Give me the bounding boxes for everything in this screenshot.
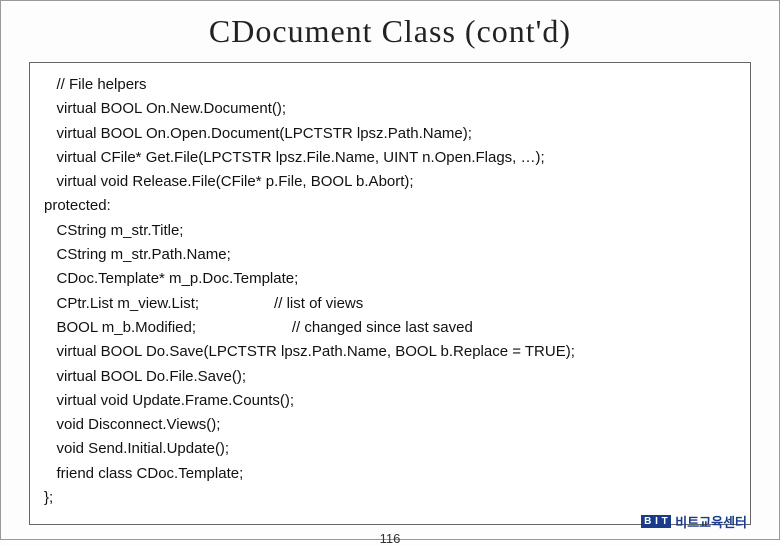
header: CDocument Class (cont'd) [1,1,779,58]
code-line: void Disconnect.Views(); [44,413,736,437]
code-line: void Send.Initial.Update(); [44,437,736,461]
code-line: CString m_str.Path.Name; [44,243,736,267]
page-title: CDocument Class (cont'd) [1,13,779,50]
code-line: CString m_str.Title; [44,219,736,243]
content-box: // File helpers virtual BOOL On.New.Docu… [29,62,751,525]
brand: B I T 비트교육센터 [641,512,747,531]
code-line: virtual void Release.File(CFile* p.File,… [44,170,736,194]
code-line: BOOL m_b.Modified; // changed since last… [44,316,736,340]
brand-badge: B I T [641,515,671,528]
code-line: virtual BOOL Do.File.Save(); [44,365,736,389]
code-line: virtual BOOL On.Open.Document(LPCTSTR lp… [44,122,736,146]
brand-text: 비트교육센터 [675,512,747,531]
code-line: CPtr.List m_view.List; // list of views [44,292,736,316]
code-line: CDoc.Template* m_p.Doc.Template; [44,267,736,291]
code-line: protected: [44,194,736,218]
code-line: friend class CDoc.Template; [44,462,736,486]
code-line: // File helpers [44,73,736,97]
code-line: virtual void Update.Frame.Counts(); [44,389,736,413]
page-number: 116 [380,531,401,546]
slide: CDocument Class (cont'd) // File helpers… [0,0,780,540]
code-line: }; [44,486,736,510]
code-line: virtual BOOL Do.Save(LPCTSTR lpsz.Path.N… [44,340,736,364]
code-line: virtual CFile* Get.File(LPCTSTR lpsz.Fil… [44,146,736,170]
code-line: virtual BOOL On.New.Document(); [44,97,736,121]
